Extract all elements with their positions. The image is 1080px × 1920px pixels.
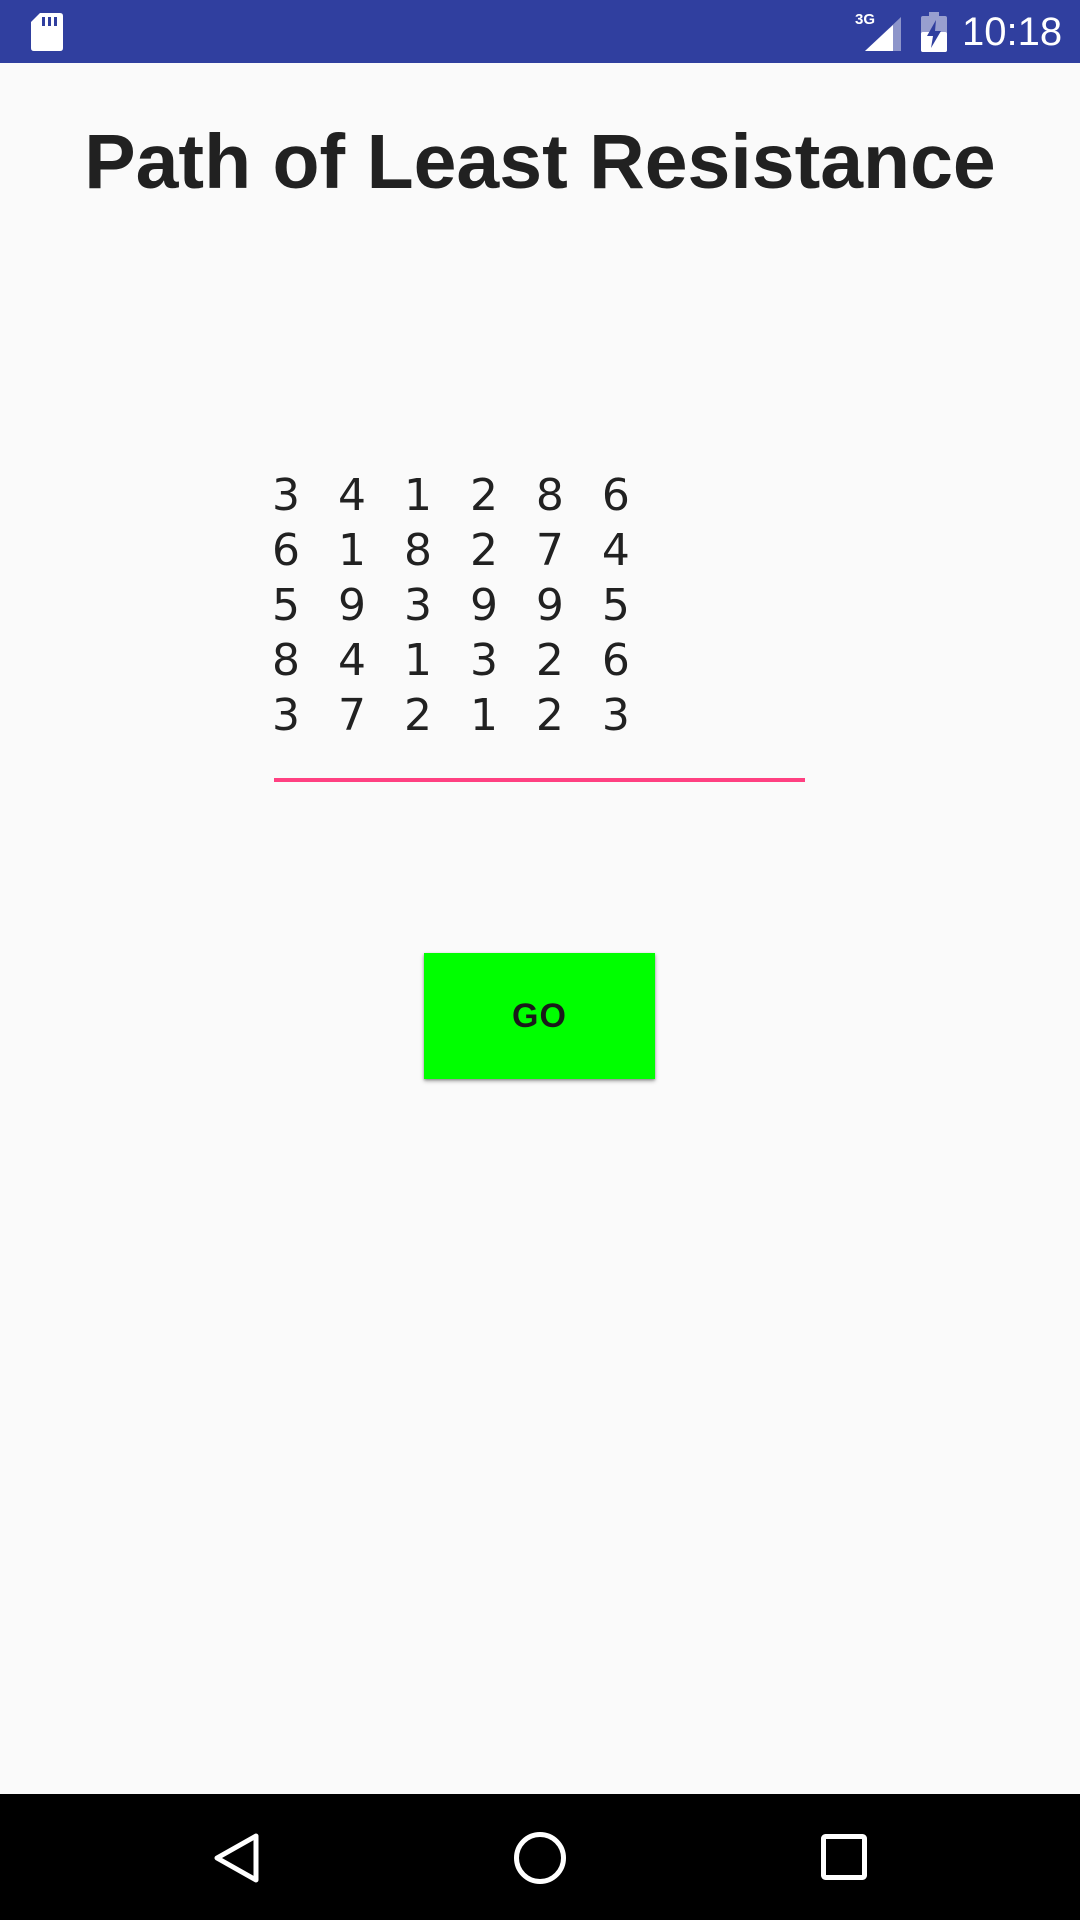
status-bar: 3G 10:18 — [0, 0, 1080, 63]
page-title: Path of Least Resistance — [84, 119, 996, 205]
status-clock: 10:18 — [962, 10, 1063, 54]
go-button[interactable]: GO — [424, 953, 655, 1079]
grid-input-field[interactable]: 3 4 1 2 8 6 6 1 8 2 7 4 5 9 3 9 9 5 8 4 … — [272, 468, 804, 738]
cellular-signal-icon: 3G — [855, 11, 901, 51]
home-icon[interactable] — [513, 1831, 567, 1885]
recents-icon[interactable] — [821, 1834, 867, 1880]
back-icon[interactable] — [211, 1832, 261, 1884]
sd-card-icon — [31, 13, 63, 51]
battery-charging-icon — [921, 12, 947, 52]
input-underline — [274, 778, 805, 782]
network-type-label: 3G — [855, 11, 875, 28]
